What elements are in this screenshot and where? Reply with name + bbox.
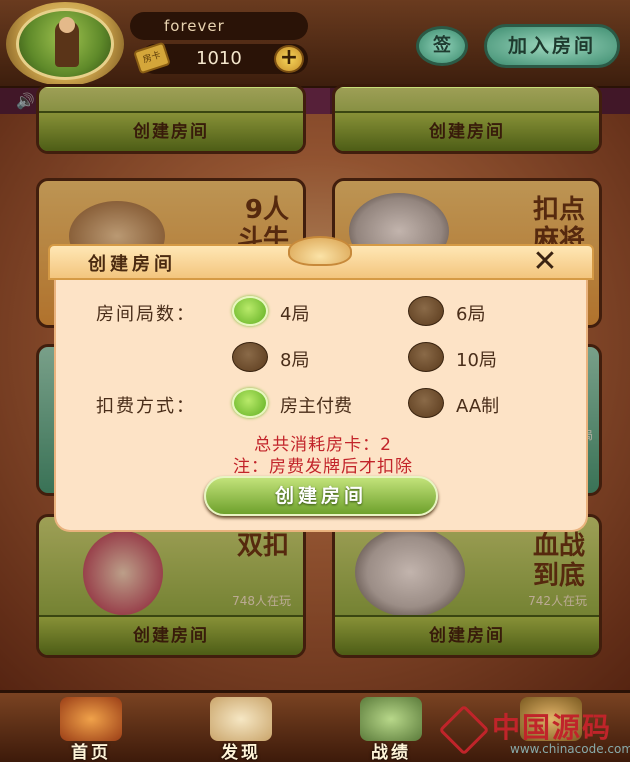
nav-label: 发现 bbox=[221, 743, 261, 762]
join-room-button[interactable]: 加入房间 bbox=[484, 24, 620, 68]
round-6-label[interactable]: 6局 bbox=[456, 300, 485, 326]
watermark: 中国源码 www.chinacode.com bbox=[438, 704, 630, 756]
round-8-radio[interactable] bbox=[232, 342, 268, 372]
round-6-radio[interactable] bbox=[408, 296, 444, 326]
nav-label: 战绩 bbox=[371, 743, 411, 762]
crown-ornament-icon bbox=[288, 236, 352, 266]
payment-aa-radio[interactable] bbox=[408, 388, 444, 418]
discover-icon bbox=[210, 697, 272, 741]
create-room-dialog: 创建房间 ✕ 房间局数： 4局 6局 8局 10局 扣费方式： 房主付费 AA制… bbox=[48, 236, 594, 532]
round-10-radio[interactable] bbox=[408, 342, 444, 372]
payment-owner-label[interactable]: 房主付费 bbox=[280, 392, 352, 418]
deduction-note-text: 注：房费发牌后才扣除 bbox=[233, 457, 413, 477]
payment-label: 扣费方式： bbox=[96, 396, 196, 417]
home-icon bbox=[60, 697, 122, 741]
payment-aa-label[interactable]: AA制 bbox=[456, 392, 499, 418]
create-room-confirm-button[interactable]: 创建房间 bbox=[204, 476, 438, 516]
nav-home[interactable]: 首页 bbox=[36, 693, 146, 762]
round-4-radio[interactable] bbox=[232, 296, 268, 326]
username: forever bbox=[130, 12, 308, 40]
nav-label: 首页 bbox=[71, 743, 111, 762]
round-10-label[interactable]: 10局 bbox=[456, 346, 497, 372]
room-card-count: 1010 bbox=[196, 48, 242, 69]
sign-in-button[interactable]: 签 bbox=[416, 26, 468, 66]
round-4-label[interactable]: 4局 bbox=[280, 300, 309, 326]
round-8-label[interactable]: 8局 bbox=[280, 346, 309, 372]
avatar[interactable] bbox=[16, 8, 114, 80]
payment-owner-radio[interactable] bbox=[232, 388, 268, 418]
top-bar: forever 房卡 1010 + 签 加入房间 bbox=[0, 0, 630, 88]
add-room-card-button[interactable]: + bbox=[274, 45, 304, 73]
dialog-body: 房间局数： 4局 6局 8局 10局 扣费方式： 房主付费 AA制 总共消耗房卡… bbox=[54, 280, 588, 532]
nav-discover[interactable]: 发现 bbox=[186, 693, 296, 762]
close-icon[interactable]: ✕ bbox=[530, 247, 560, 278]
record-icon bbox=[360, 697, 422, 741]
watermark-text: 中国源码 bbox=[492, 711, 613, 744]
watermark-url: www.chinacode.com bbox=[510, 742, 630, 756]
nav-record[interactable]: 战绩 bbox=[336, 693, 446, 762]
dialog-title: 创建房间 bbox=[88, 254, 176, 275]
rounds-label: 房间局数： bbox=[96, 304, 196, 325]
watermark-logo-icon bbox=[438, 704, 490, 756]
avatar-head-icon bbox=[59, 17, 75, 33]
